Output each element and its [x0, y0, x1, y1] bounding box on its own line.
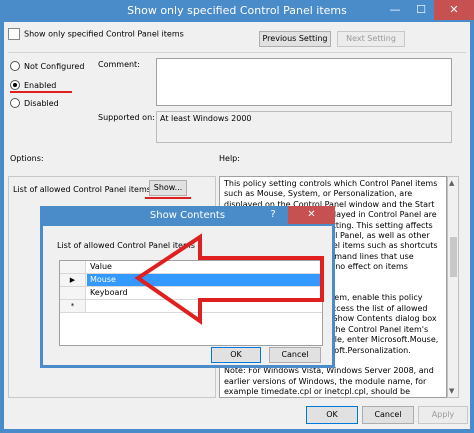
red-arrow-annotation [134, 233, 324, 325]
annotation-arrow-overlay [134, 233, 324, 325]
